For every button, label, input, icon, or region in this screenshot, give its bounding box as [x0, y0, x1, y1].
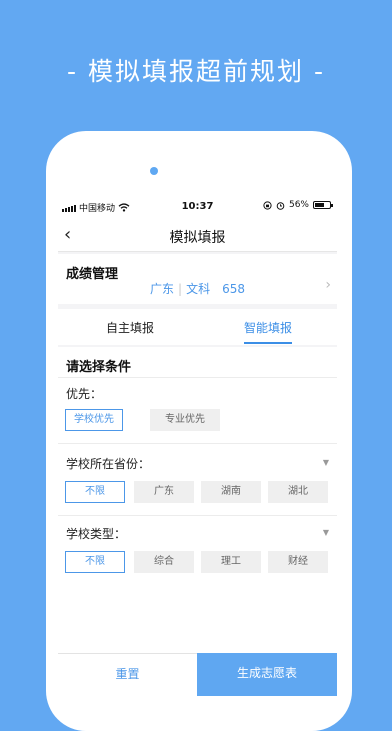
rotation-lock-icon	[263, 200, 272, 210]
chip-province-guangdong[interactable]: 广东	[134, 481, 194, 503]
tab-smart-fill-label: 智能填报	[244, 321, 293, 335]
province-label: 学校所在省份：	[66, 457, 151, 471]
bottom-action-bar: 重置 生成志愿表	[58, 653, 337, 696]
phone-speaker	[150, 167, 158, 175]
score-management-row[interactable]: 成绩管理 广东 | 文科 658 ›	[58, 254, 337, 304]
score-value: 658	[222, 281, 245, 296]
chip-school-priority[interactable]: 学校优先	[65, 409, 123, 431]
chip-province-hunan[interactable]: 湖南	[201, 481, 261, 503]
status-bar: 中国移动 10:37 56%	[58, 196, 337, 218]
alarm-icon	[276, 201, 285, 210]
tab-smart-fill[interactable]: 智能填报	[244, 319, 293, 344]
priority-label: 优先：	[66, 387, 103, 401]
dropdown-arrow-icon[interactable]: ▼	[323, 458, 329, 467]
generate-button[interactable]: 生成志愿表	[197, 653, 337, 696]
dropdown-arrow-icon[interactable]: ▼	[323, 528, 329, 537]
chip-type-comprehensive[interactable]: 综合	[134, 551, 194, 573]
chip-type-finance[interactable]: 财经	[268, 551, 328, 573]
divider	[58, 515, 337, 516]
chip-major-priority[interactable]: 专业优先	[150, 409, 220, 431]
score-info: 广东 | 文科 658	[150, 280, 245, 297]
separator: |	[178, 281, 183, 296]
battery-icon	[313, 201, 333, 209]
app-screen: 中国移动 10:37 56% ‹ 模拟填报 成绩管理 广东 | 文科 658 ›…	[58, 196, 337, 696]
page-title: 模拟填报	[169, 230, 226, 246]
chip-type-science-engineering[interactable]: 理工	[201, 551, 261, 573]
battery-percent: 56%	[288, 200, 309, 210]
chip-province-hubei[interactable]: 湖北	[268, 481, 328, 503]
chip-type-any[interactable]: 不限	[65, 551, 125, 573]
tab-bar: 自主填报 智能填报	[58, 309, 337, 345]
score-subject: 文科	[186, 282, 211, 296]
chip-province-any[interactable]: 不限	[65, 481, 125, 503]
headline: - 模拟填报超前规划 -	[67, 57, 325, 86]
filter-heading: 请选择条件	[66, 360, 132, 375]
tab-manual-fill[interactable]: 自主填报	[106, 319, 154, 336]
filter-panel: 请选择条件 优先： 学校优先 专业优先 学校所在省份： ▼ 不限 广东 湖南 湖…	[58, 347, 337, 653]
nav-bar: ‹ 模拟填报	[58, 218, 337, 252]
reset-button[interactable]: 重置	[58, 653, 197, 696]
divider	[58, 377, 337, 378]
tab-active-indicator	[244, 342, 293, 344]
score-label: 成绩管理	[66, 267, 119, 282]
divider	[58, 443, 337, 444]
score-province: 广东	[150, 282, 175, 296]
type-label: 学校类型：	[66, 527, 127, 541]
chevron-right-icon: ›	[325, 277, 331, 293]
